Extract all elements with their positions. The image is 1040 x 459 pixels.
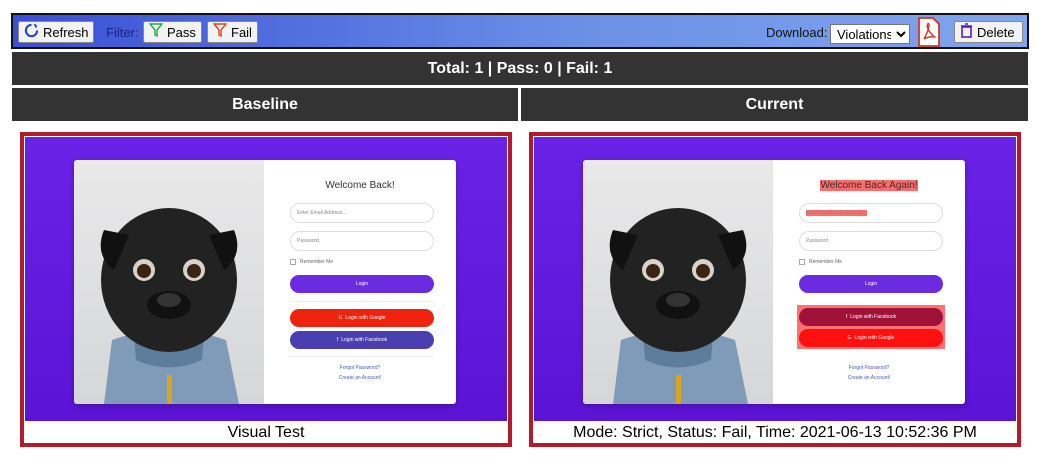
current-screenshot: Welcome Back Again! Enter Your Email Add… — [534, 137, 1016, 421]
current-caption: Mode: Strict, Status: Fail, Time: 2021-0… — [573, 424, 977, 441]
current-header-label: Current — [745, 95, 804, 113]
login-card: Welcome Back! Enter Email Address... Pas… — [74, 160, 456, 404]
dog-image — [583, 160, 773, 404]
form-title-text: Welcome Back Again! — [820, 180, 918, 191]
facebook-icon: f — [845, 314, 848, 320]
toolbar: Refresh Filter: Pass Fail Download: Viol… — [11, 13, 1029, 49]
filter-pass-label: Pass — [167, 24, 196, 40]
summary-text: Total: 1 | Pass: 0 | Fail: 1 — [427, 59, 613, 77]
baseline-panel[interactable]: Welcome Back! Enter Email Address... Pas… — [20, 132, 512, 447]
login-button: Login — [799, 275, 943, 293]
login-button: Login — [290, 275, 434, 293]
forgot-password-link: Forgot Password? — [848, 365, 890, 371]
password-input: Password — [799, 231, 943, 251]
remember-me: Remember Me — [799, 259, 842, 265]
delete-label: Delete — [977, 24, 1015, 40]
baseline-screenshot: Welcome Back! Enter Email Address... Pas… — [25, 137, 507, 421]
summary-bar: Total: 1 | Pass: 0 | Fail: 1 — [12, 52, 1028, 85]
checkbox — [799, 259, 805, 265]
baseline-header: Baseline — [12, 88, 518, 121]
baseline-caption: Visual Test — [227, 424, 305, 441]
current-header: Current — [521, 88, 1028, 121]
filter-fail-label: Fail — [231, 24, 252, 40]
create-account-link: Create an Account! — [847, 375, 891, 381]
checkbox — [290, 259, 296, 265]
create-account-link: Create an Account! — [338, 375, 382, 381]
form-title: Welcome Back! — [325, 180, 395, 191]
facebook-login-button: f Login with Facebook — [290, 331, 434, 349]
pdf-icon[interactable] — [917, 17, 941, 52]
login-card: Welcome Back Again! Enter Your Email Add… — [583, 160, 965, 404]
filter-icon — [212, 23, 228, 41]
google-icon: G — [847, 335, 852, 341]
remember-label: Remember Me — [300, 259, 334, 265]
trash-icon — [960, 23, 973, 41]
refresh-icon — [24, 23, 39, 41]
google-label: Login with Google — [345, 315, 386, 321]
facebook-label: Login with Facebook — [341, 337, 388, 343]
email-placeholder: Enter Your Email Address... — [806, 210, 867, 216]
google-login-button: G Login with Google — [290, 309, 434, 327]
refresh-button[interactable]: Refresh — [18, 21, 94, 43]
filter-label: Filter: — [106, 25, 139, 40]
email-input: Enter Email Address... — [290, 203, 434, 223]
delete-button[interactable]: Delete — [954, 21, 1023, 43]
password-input: Password — [290, 231, 434, 251]
facebook-icon: f — [336, 337, 339, 343]
remember-me: Remember Me — [290, 259, 333, 265]
download-label: Download: — [766, 25, 828, 40]
google-login-button: G Login with Google — [799, 329, 943, 347]
refresh-label: Refresh — [43, 24, 89, 40]
forgot-password-link: Forgot Password? — [339, 365, 381, 371]
login-form: Welcome Back Again! Enter Your Email Add… — [773, 160, 965, 404]
download-select[interactable]: Violations — [830, 24, 910, 44]
login-form: Welcome Back! Enter Email Address... Pas… — [264, 160, 456, 404]
facebook-login-button: f Login with Facebook — [799, 308, 943, 326]
dog-image — [74, 160, 264, 404]
remember-label: Remember Me — [809, 259, 843, 265]
facebook-label: Login with Facebook — [850, 314, 897, 320]
filter-fail-button[interactable]: Fail — [207, 21, 258, 43]
divider — [290, 301, 434, 302]
google-icon: G — [338, 315, 343, 321]
current-panel[interactable]: Welcome Back Again! Enter Your Email Add… — [529, 132, 1021, 447]
filter-pass-button[interactable]: Pass — [143, 21, 202, 43]
baseline-header-label: Baseline — [232, 95, 298, 113]
form-title: Welcome Back Again! — [773, 180, 965, 191]
filter-icon — [148, 23, 164, 41]
divider — [290, 356, 434, 357]
email-input: Enter Your Email Address... — [799, 203, 943, 223]
google-label: Login with Google — [854, 335, 895, 341]
